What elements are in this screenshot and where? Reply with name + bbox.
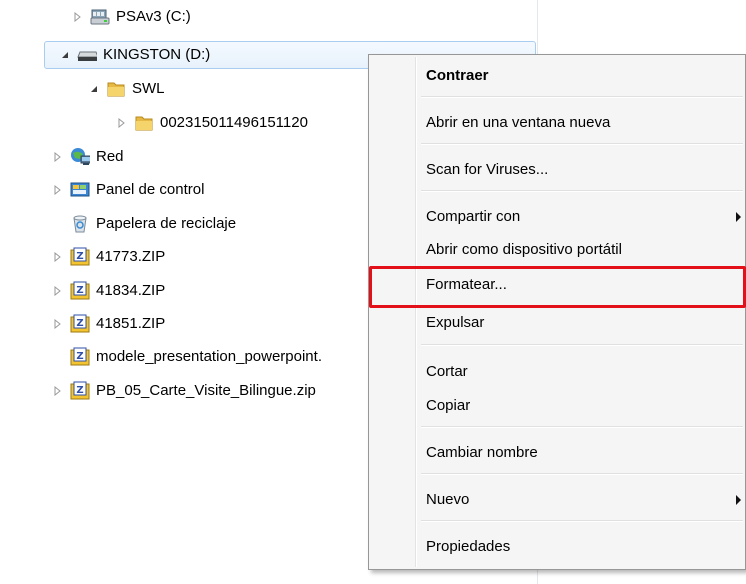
tree-item-zip[interactable]: Z 41851.ZIP xyxy=(52,310,165,338)
svg-text:Z: Z xyxy=(76,351,83,362)
svg-text:Z: Z xyxy=(76,251,83,262)
tree-item-network[interactable]: Red xyxy=(52,143,124,171)
menu-item-label: Expulsar xyxy=(426,314,485,331)
tree-item-control-panel[interactable]: Panel de control xyxy=(52,176,204,204)
expand-arrow-icon[interactable] xyxy=(72,11,84,23)
tree-item-subfolder[interactable]: 002315011496151120 xyxy=(116,109,308,137)
menu-item-rename[interactable]: Cambiar nombre xyxy=(371,438,743,468)
zip-archive-icon: Z xyxy=(70,347,90,367)
svg-text:Z: Z xyxy=(76,285,83,296)
tree-item-label: PB_05_Carte_Visite_Bilingue.zip xyxy=(96,382,316,399)
menu-separator xyxy=(421,473,743,475)
menu-item-cut[interactable]: Cortar xyxy=(371,357,743,387)
menu-item-format[interactable]: Formatear... xyxy=(371,270,743,300)
tree-item-label: 41851.ZIP xyxy=(96,315,166,332)
folder-icon xyxy=(134,113,154,133)
menu-item-label: Formatear... xyxy=(426,276,507,293)
zip-archive-icon: Z xyxy=(70,314,90,334)
menu-separator xyxy=(421,426,743,428)
context-menu: Contraer Abrir en una ventana nueva Scan… xyxy=(368,54,746,570)
menu-item-scan-viruses[interactable]: Scan for Viruses... xyxy=(371,155,743,185)
expand-arrow-icon[interactable] xyxy=(52,385,64,397)
tree-item-label: modele_presentation_powerpoint. xyxy=(96,348,322,365)
recycle-bin-icon xyxy=(70,214,90,234)
expand-arrow-icon[interactable] xyxy=(52,151,64,163)
network-icon xyxy=(70,147,90,167)
tree-item-label: Panel de control xyxy=(96,181,205,198)
hard-drive-icon xyxy=(90,7,110,27)
tree-item-label: SWL xyxy=(132,80,165,97)
menu-separator xyxy=(421,344,743,346)
menu-item-label: Abrir como dispositivo portátil xyxy=(426,241,622,258)
collapse-arrow-icon[interactable] xyxy=(88,83,100,95)
menu-item-share-with[interactable]: Compartir con xyxy=(371,202,743,232)
tree-item-drive-c[interactable]: PSAv3 (C:) xyxy=(72,3,191,31)
menu-item-eject[interactable]: Expulsar xyxy=(371,308,743,338)
expand-arrow-icon[interactable] xyxy=(52,318,64,330)
menu-item-label: Compartir con xyxy=(426,208,521,225)
tree-item-recycle-bin[interactable]: Papelera de reciclaje xyxy=(70,210,236,238)
menu-item-collapse[interactable]: Contraer xyxy=(371,61,743,91)
menu-item-open-new-window[interactable]: Abrir en una ventana nueva xyxy=(371,108,743,138)
tree-item-zip[interactable]: Z PB_05_Carte_Visite_Bilingue.zip xyxy=(52,377,316,405)
tree-item-zip[interactable]: Z 41834.ZIP xyxy=(52,277,165,305)
menu-item-label: Abrir en una ventana nueva xyxy=(426,114,611,131)
expand-arrow-icon[interactable] xyxy=(52,184,64,196)
tree-item-label: Papelera de reciclaje xyxy=(96,215,237,232)
menu-item-new[interactable]: Nuevo xyxy=(371,485,743,515)
menu-item-label: Contraer xyxy=(426,67,489,84)
menu-item-label: Cambiar nombre xyxy=(426,444,538,461)
zip-archive-icon: Z xyxy=(70,281,90,301)
menu-separator xyxy=(421,96,743,98)
menu-separator xyxy=(421,520,743,522)
collapse-arrow-icon[interactable] xyxy=(59,49,71,61)
menu-item-label: Cortar xyxy=(426,363,468,380)
menu-separator xyxy=(421,143,743,145)
svg-text:Z: Z xyxy=(76,318,83,329)
menu-item-label: Copiar xyxy=(426,397,471,414)
tree-item-zip[interactable]: Z 41773.ZIP xyxy=(52,243,165,271)
tree-item-swl[interactable]: SWL xyxy=(88,75,165,103)
menu-item-label: Propiedades xyxy=(426,538,511,555)
tree-item-label: PSAv3 (C:) xyxy=(116,8,191,25)
tree-item-zip[interactable]: Z modele_presentation_powerpoint. xyxy=(70,343,322,371)
tree-item-label: Red xyxy=(96,148,124,165)
expand-arrow-icon[interactable] xyxy=(116,117,128,129)
menu-item-label: Scan for Viruses... xyxy=(426,161,549,178)
tree-item-label: KINGSTON (D:) xyxy=(103,46,211,63)
menu-item-label: Nuevo xyxy=(426,491,470,508)
menu-separator xyxy=(421,190,743,192)
menu-item-properties[interactable]: Propiedades xyxy=(371,532,743,562)
tree-item-label: 41834.ZIP xyxy=(96,282,166,299)
tree-item-label: 002315011496151120 xyxy=(160,114,308,131)
menu-item-copy[interactable]: Copiar xyxy=(371,391,743,421)
zip-archive-icon: Z xyxy=(70,381,90,401)
folder-icon xyxy=(106,79,126,99)
tree-item-label: 41773.ZIP xyxy=(96,248,166,265)
control-panel-icon xyxy=(70,180,90,200)
menu-item-open-as-portable-device[interactable]: Abrir como dispositivo portátil xyxy=(371,235,743,265)
zip-archive-icon: Z xyxy=(70,247,90,267)
submenu-arrow-icon xyxy=(736,495,741,505)
svg-text:Z: Z xyxy=(76,385,83,396)
usb-drive-icon xyxy=(77,45,97,65)
expand-arrow-icon[interactable] xyxy=(52,251,64,263)
submenu-arrow-icon xyxy=(736,212,741,222)
expand-arrow-icon[interactable] xyxy=(52,285,64,297)
